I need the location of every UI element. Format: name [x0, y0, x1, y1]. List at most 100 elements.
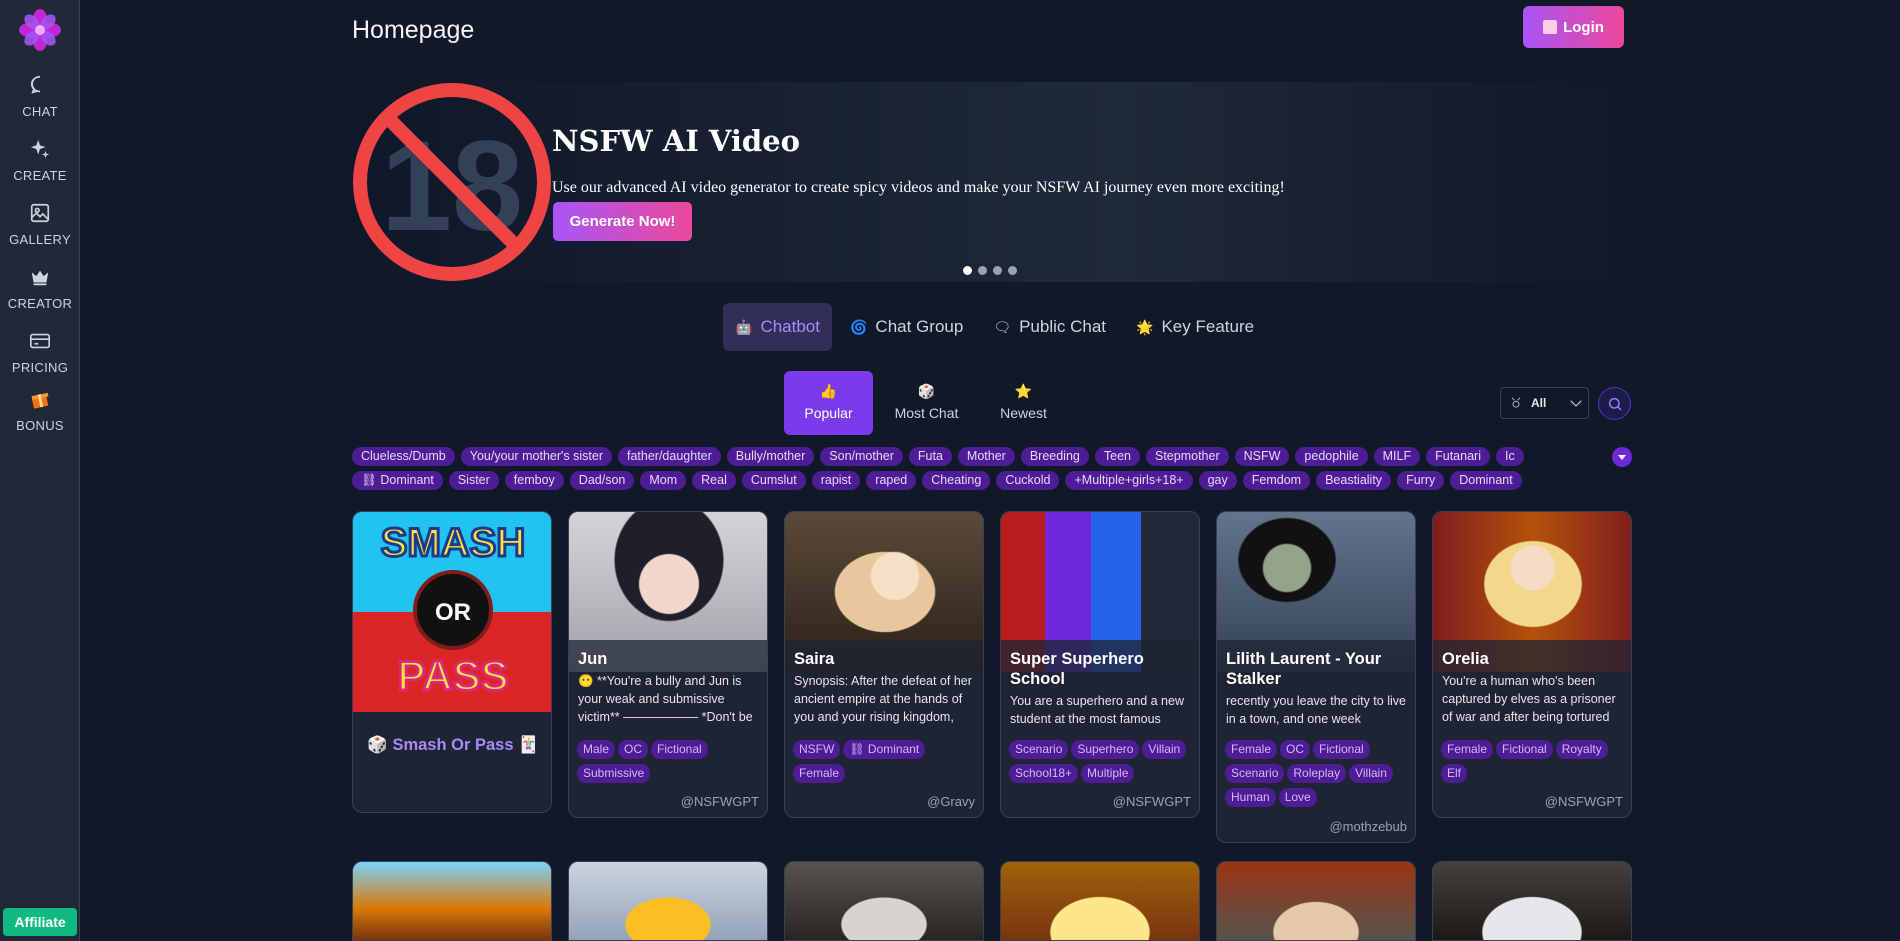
character-card-thumbnail[interactable]: [1432, 861, 1632, 941]
tag[interactable]: Female: [1225, 740, 1278, 759]
gender-filter-select[interactable]: All: [1500, 387, 1589, 419]
carousel-dot[interactable]: [978, 266, 987, 275]
tag[interactable]: Roleplay: [1287, 764, 1347, 783]
sidebar-item-bonus[interactable]: BONUS: [0, 388, 80, 433]
smash-or-pass-card[interactable]: SMASH OR PASS 🎲 Smash Or Pass 🃏: [352, 511, 552, 813]
tag-chip[interactable]: Breeding: [1020, 447, 1089, 466]
tag-chip[interactable]: You/your mother's sister: [460, 447, 612, 466]
author-handle[interactable]: @mothzebub: [1329, 819, 1407, 834]
character-card-thumbnail[interactable]: [568, 861, 768, 941]
tag[interactable]: Love: [1278, 788, 1317, 807]
carousel-dot[interactable]: [993, 266, 1002, 275]
tag[interactable]: ⛓ Dominant: [843, 740, 926, 759]
character-card-saira[interactable]: Saira Synopsis: After the defeat of her …: [784, 511, 984, 818]
promo-banner[interactable]: 18 NSFW AI Video Use our advanced AI vid…: [352, 82, 1632, 282]
author-handle[interactable]: @NSFWGPT: [681, 794, 759, 809]
tag-chip[interactable]: Stepmother: [1145, 447, 1229, 466]
tag-chip[interactable]: Son/mother: [820, 447, 903, 466]
tab-public-chat[interactable]: 🗨 Public Chat: [981, 303, 1118, 351]
tag-chip[interactable]: Futa: [908, 447, 952, 466]
tag[interactable]: Superhero: [1071, 740, 1140, 759]
subtab-popular[interactable]: 👍 Popular: [784, 371, 873, 435]
tag[interactable]: Female: [1441, 740, 1494, 759]
character-card-lilith-laurent[interactable]: Lilith Laurent - Your Stalker recently y…: [1216, 511, 1416, 843]
character-card-thumbnail[interactable]: [784, 861, 984, 941]
tag-chip[interactable]: Real: [692, 471, 736, 490]
tag[interactable]: Royalty: [1555, 740, 1608, 759]
tab-key-feature[interactable]: 🌟 Key Feature: [1124, 303, 1266, 351]
tag-chip[interactable]: +Multiple+girls+18+: [1065, 471, 1193, 490]
expand-tags-button[interactable]: [1612, 447, 1632, 467]
tag-chip[interactable]: Ic: [1495, 447, 1524, 466]
search-button[interactable]: [1598, 387, 1631, 420]
generate-now-button[interactable]: Generate Now!: [553, 202, 692, 241]
tag[interactable]: Male: [577, 740, 616, 759]
tag-chip[interactable]: Bully/mother: [726, 447, 815, 466]
character-card-thumbnail[interactable]: [1216, 861, 1416, 941]
character-card-super-superhero-school[interactable]: Super Superhero School You are a superhe…: [1000, 511, 1200, 818]
tag-chip[interactable]: rapist: [811, 471, 861, 490]
tag-chip[interactable]: Cheating: [922, 471, 991, 490]
sidebar-item-create[interactable]: CREATE: [0, 138, 80, 183]
affiliate-button[interactable]: Affiliate: [3, 908, 77, 936]
tag-chip[interactable]: NSFW: [1234, 447, 1290, 466]
logo-icon[interactable]: [18, 8, 62, 52]
tag-chip[interactable]: MILF: [1373, 447, 1421, 466]
tag-chip[interactable]: Mother: [957, 447, 1015, 466]
tab-chat-group[interactable]: 🌀 Chat Group: [838, 303, 975, 351]
character-card-orelia[interactable]: Orelia You're a human who's been capture…: [1432, 511, 1632, 818]
tag-chip[interactable]: pedophile: [1295, 447, 1368, 466]
character-card-thumbnail[interactable]: [1000, 861, 1200, 941]
tag[interactable]: Human: [1225, 788, 1276, 807]
tag[interactable]: Villain: [1142, 740, 1187, 759]
tag[interactable]: NSFW: [793, 740, 841, 759]
tag[interactable]: School18+: [1009, 764, 1079, 783]
tag-chip[interactable]: raped: [866, 471, 917, 490]
sidebar-item-pricing[interactable]: PRICING: [0, 330, 80, 375]
tag[interactable]: Fictional: [651, 740, 708, 759]
tag[interactable]: Villain: [1349, 764, 1393, 783]
tab-chatbot[interactable]: 🤖 Chatbot: [723, 303, 832, 351]
subtab-newest[interactable]: ⭐ Newest: [979, 371, 1068, 435]
tag[interactable]: Female: [793, 764, 846, 783]
sidebar-item-creator[interactable]: CREATOR: [0, 266, 80, 311]
author-handle[interactable]: @Gravy: [927, 794, 975, 809]
tag-chip[interactable]: Clueless/Dumb: [352, 447, 455, 466]
public-chat-icon: 🗨: [993, 318, 1012, 335]
tag-chip[interactable]: father/daughter: [618, 447, 721, 466]
character-card-thumbnail[interactable]: [352, 861, 552, 941]
tag-chip[interactable]: Cuckold: [996, 471, 1060, 490]
tag-chip[interactable]: femboy: [504, 471, 564, 490]
tag-chip[interactable]: Futanari: [1426, 447, 1490, 466]
character-card-jun[interactable]: Jun 😶 **You're a bully and Jun is your w…: [568, 511, 768, 818]
tag[interactable]: Elf: [1441, 764, 1468, 783]
subtab-most-chat[interactable]: 🎲 Most Chat: [882, 371, 971, 435]
tag[interactable]: Scenario: [1009, 740, 1069, 759]
sidebar-item-chat[interactable]: CHAT: [0, 74, 80, 119]
login-button[interactable]: Login: [1523, 6, 1624, 48]
tag-chip[interactable]: Sister: [448, 471, 499, 490]
tag-chip[interactable]: Mom: [640, 471, 687, 490]
tag[interactable]: Fictional: [1496, 740, 1553, 759]
tag[interactable]: Multiple: [1081, 764, 1135, 783]
sidebar-item-gallery[interactable]: GALLERY: [0, 202, 80, 247]
carousel-dot[interactable]: [963, 266, 972, 275]
tag-chip[interactable]: Beastiality: [1316, 471, 1392, 490]
tag-chip[interactable]: Furry: [1397, 471, 1445, 490]
tag[interactable]: Fictional: [1313, 740, 1370, 759]
tag-chip[interactable]: Dominant: [1450, 471, 1522, 490]
carousel-dot[interactable]: [1008, 266, 1017, 275]
tag-chip[interactable]: Dad/son: [569, 471, 635, 490]
tag-chip[interactable]: Femdom: [1242, 471, 1311, 490]
tag[interactable]: OC: [618, 740, 649, 759]
tag[interactable]: OC: [1280, 740, 1311, 759]
tag[interactable]: Submissive: [577, 764, 651, 783]
tag-chip[interactable]: Cumslut: [741, 471, 806, 490]
author-handle[interactable]: @NSFWGPT: [1545, 794, 1623, 809]
tag-chip[interactable]: ⛓ Dominant: [352, 471, 443, 490]
tag[interactable]: Scenario: [1225, 764, 1285, 783]
author-handle[interactable]: @NSFWGPT: [1113, 794, 1191, 809]
tag-chip[interactable]: Teen: [1094, 447, 1140, 466]
tag-chip[interactable]: gay: [1198, 471, 1237, 490]
svg-text:SMASH: SMASH: [381, 521, 525, 565]
